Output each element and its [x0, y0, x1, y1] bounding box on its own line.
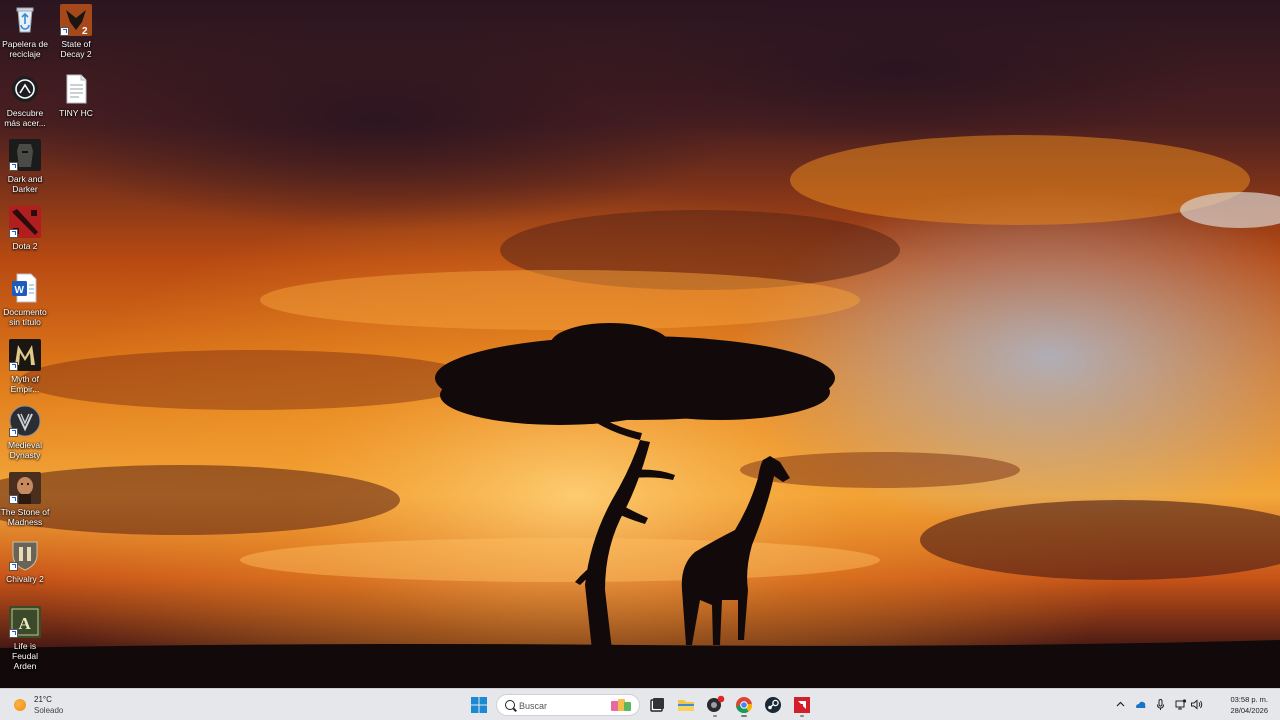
desktop-icon-label: Myth of Empir... — [10, 374, 40, 394]
shortcut-arrow-icon — [9, 562, 18, 571]
desktop-icon-label: Descubre más acer... — [4, 108, 46, 128]
chivalry-2-shield-icon — [9, 539, 41, 571]
desktop-icon-label: Dark and Darker — [7, 174, 43, 194]
task-view-icon — [650, 698, 664, 712]
svg-text:A: A — [19, 614, 32, 633]
system-tray: 03:58 p. m. 28/04/2026 — [1110, 689, 1280, 720]
desktop-icon-label: TINY HC — [59, 108, 93, 118]
shortcut-arrow-icon — [9, 229, 18, 238]
file-explorer-button[interactable] — [673, 692, 699, 718]
network-icon[interactable] — [1174, 698, 1187, 711]
chevron-up-icon[interactable] — [1114, 698, 1127, 711]
chrome-icon — [736, 697, 753, 714]
desktop-icon-chivalry-2[interactable]: Chivalry 2 — [0, 539, 50, 584]
taskbar: 21°C Soleado Buscar 03:58 p. m. 28/04/20… — [0, 688, 1280, 720]
shortcut-arrow-icon — [9, 162, 18, 171]
chrome-button[interactable] — [731, 692, 757, 718]
sun-icon — [14, 699, 26, 711]
text-file-icon — [60, 73, 92, 105]
desktop-icon-recycle-bin[interactable]: Papelera de reciclaje — [0, 4, 50, 59]
weather-widget[interactable]: 21°C Soleado — [12, 694, 82, 716]
steam-icon — [765, 697, 781, 713]
desktop-icon-label: Medieval Dynasty — [7, 440, 43, 460]
desktop-icon-stone-of-madness[interactable]: The Stone of Madness — [0, 472, 50, 527]
shortcut-arrow-icon — [9, 495, 18, 504]
svg-text:W: W — [15, 285, 25, 296]
word-document-icon: W — [9, 272, 41, 304]
sunset-savanna-wallpaper-image — [0, 0, 1280, 688]
life-is-feudal-icon: A — [9, 606, 41, 638]
desktop-icon-label: Documento sin título — [3, 307, 47, 327]
taskbar-clock[interactable]: 03:58 p. m. 28/04/2026 — [1230, 694, 1268, 716]
onedrive-icon[interactable] — [1134, 698, 1147, 711]
volume-icon[interactable] — [1190, 698, 1203, 711]
app-notification-button[interactable] — [702, 692, 728, 718]
desktop-icon-label: State of Decay 2 — [60, 39, 92, 59]
start-button[interactable] — [466, 692, 492, 718]
desktop-icon-life-is-feudal[interactable]: A Life is Feudal Arden — [0, 606, 50, 671]
search-icon — [505, 700, 515, 710]
desktop-icon-dark-and-darker[interactable]: Dark and Darker — [0, 139, 50, 194]
shortcut-arrow-icon — [9, 629, 18, 638]
microphone-icon[interactable] — [1154, 698, 1167, 711]
amd-software-button[interactable] — [789, 692, 815, 718]
windows-start-icon — [471, 697, 487, 713]
folder-icon — [678, 700, 694, 711]
shortcut-arrow-icon — [9, 362, 18, 371]
search-input[interactable] — [519, 698, 599, 713]
clock-time: 03:58 p. m. — [1230, 695, 1268, 704]
weather-condition: Soleado — [34, 706, 64, 715]
desktop-icon-medieval-dynasty[interactable]: Medieval Dynasty — [0, 405, 50, 460]
desktop-icon-label: Dota 2 — [12, 241, 38, 251]
stone-of-madness-icon — [9, 472, 41, 504]
shortcut-arrow-icon — [9, 428, 18, 437]
desktop-icon-documento[interactable]: W Documento sin título — [0, 272, 50, 327]
myth-of-empires-icon — [9, 339, 41, 371]
task-view-button[interactable] — [644, 692, 670, 718]
dark-and-darker-icon — [9, 139, 41, 171]
svg-text:2: 2 — [82, 26, 88, 36]
desktop-icon-dota-2[interactable]: Dota 2 — [0, 206, 50, 251]
shortcut-arrow-icon — [60, 27, 69, 36]
desktop-icon-label: Papelera de reciclaje — [2, 39, 48, 59]
desktop-icon-label: Life is Feudal Arden — [12, 641, 38, 671]
app-with-badge-icon — [707, 695, 725, 712]
desktop-icon-label: The Stone of Madness — [0, 507, 50, 527]
desktop-icon-tiny-hc[interactable]: TINY HC — [51, 73, 101, 118]
medieval-dynasty-icon — [9, 405, 41, 437]
desktop-icon-label: Chivalry 2 — [6, 574, 44, 584]
recycle-bin-icon — [9, 4, 41, 36]
desktop-icon-state-of-decay-2[interactable]: 2 State of Decay 2 — [51, 4, 101, 59]
desktop-icon-myth-of-empires[interactable]: Myth of Empir... — [0, 339, 50, 394]
weather-temperature: 21°C — [34, 695, 52, 704]
desktop-wallpaper — [0, 0, 1280, 688]
taskbar-search-box[interactable] — [496, 694, 640, 716]
state-of-decay-2-icon: 2 — [60, 4, 92, 37]
desktop-icon-descubre[interactable]: Descubre más acer... — [0, 73, 50, 128]
search-highlight-icon[interactable] — [609, 697, 633, 713]
steam-button[interactable] — [760, 692, 786, 718]
acer-discover-icon — [9, 73, 41, 105]
amd-icon — [794, 697, 810, 713]
clock-date: 28/04/2026 — [1230, 706, 1268, 715]
dota-2-icon — [9, 206, 41, 238]
